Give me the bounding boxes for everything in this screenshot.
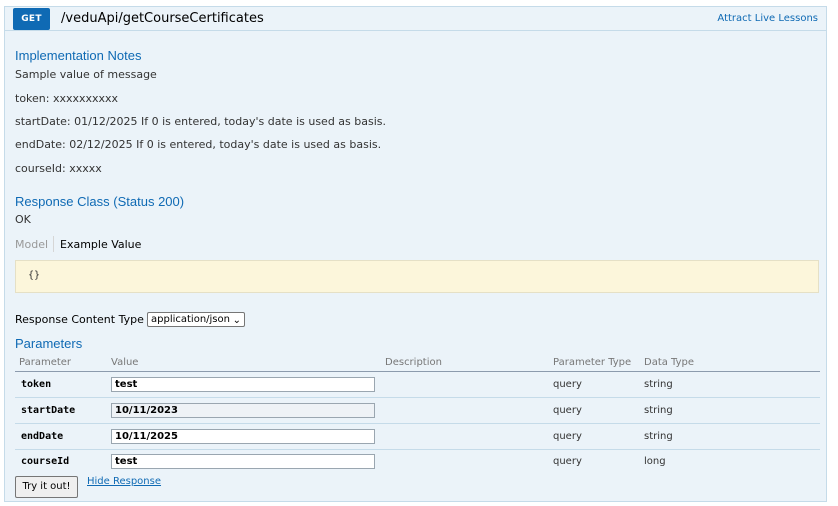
tab-model[interactable]: Model bbox=[15, 238, 48, 251]
param-input-startdate[interactable]: 10/11/2023 bbox=[111, 403, 375, 418]
chevron-down-icon: ⌄ bbox=[232, 315, 241, 326]
response-content-type-value: application/json bbox=[151, 314, 230, 325]
column-header-value: Value bbox=[111, 357, 139, 368]
example-value-snippet[interactable]: {} bbox=[15, 260, 819, 293]
endpoint-path[interactable]: /veduApi/getCourseCertificates bbox=[61, 11, 264, 26]
data-type-token: string bbox=[644, 379, 673, 390]
column-header-data-type: Data Type bbox=[644, 357, 695, 368]
example-value-text: {} bbox=[28, 270, 41, 281]
param-name-enddate: endDate bbox=[21, 431, 64, 442]
hide-response-link[interactable]: Hide Response bbox=[87, 476, 161, 487]
response-status-text: OK bbox=[15, 213, 31, 226]
param-input-courseid[interactable]: test bbox=[111, 454, 375, 469]
data-type-startdate: string bbox=[644, 405, 673, 416]
operation-panel: GET /veduApi/getCourseCertificates Attra… bbox=[4, 6, 827, 502]
param-name-token: token bbox=[21, 379, 52, 390]
attract-live-lessons-link[interactable]: Attract Live Lessons bbox=[717, 13, 818, 24]
param-type-startdate: query bbox=[553, 405, 582, 416]
param-type-enddate: query bbox=[553, 431, 582, 442]
tab-example-value[interactable]: Example Value bbox=[60, 238, 141, 251]
param-input-token[interactable]: test bbox=[111, 377, 375, 392]
column-header-description: Description bbox=[385, 357, 442, 368]
row-divider bbox=[15, 397, 820, 398]
param-name-courseid: courseId bbox=[21, 456, 70, 467]
implementation-line: courseId: xxxxx bbox=[15, 162, 102, 175]
operation-heading[interactable]: GET /veduApi/getCourseCertificates Attra… bbox=[5, 7, 826, 31]
data-type-enddate: string bbox=[644, 431, 673, 442]
param-input-enddate[interactable]: 10/11/2025 bbox=[111, 429, 375, 444]
tab-divider bbox=[53, 236, 54, 252]
table-header-divider bbox=[15, 371, 820, 372]
http-method-badge[interactable]: GET bbox=[13, 8, 50, 30]
response-class-title: Response Class (Status 200) bbox=[15, 194, 185, 209]
implementation-line: startDate: 01/12/2025 If 0 is entered, t… bbox=[15, 115, 387, 128]
param-type-token: query bbox=[553, 379, 582, 390]
param-name-startdate: startDate bbox=[21, 405, 76, 416]
response-content-type-label: Response Content Type bbox=[15, 313, 144, 326]
response-content-type-select[interactable]: application/json ⌄ bbox=[147, 312, 245, 327]
implementation-line: Sample value of message bbox=[15, 68, 157, 81]
row-divider bbox=[15, 449, 820, 450]
data-type-courseid: long bbox=[644, 456, 666, 467]
param-type-courseid: query bbox=[553, 456, 582, 467]
implementation-line: endDate: 02/12/2025 If 0 is entered, tod… bbox=[15, 138, 382, 151]
column-header-parameter-type: Parameter Type bbox=[553, 357, 632, 368]
implementation-notes-title: Implementation Notes bbox=[15, 48, 142, 63]
parameters-title: Parameters bbox=[15, 336, 83, 351]
column-header-parameter: Parameter bbox=[19, 357, 72, 368]
implementation-line: token: xxxxxxxxxx bbox=[15, 92, 119, 105]
try-it-out-button[interactable]: Try it out! bbox=[15, 476, 78, 498]
row-divider bbox=[15, 423, 820, 424]
